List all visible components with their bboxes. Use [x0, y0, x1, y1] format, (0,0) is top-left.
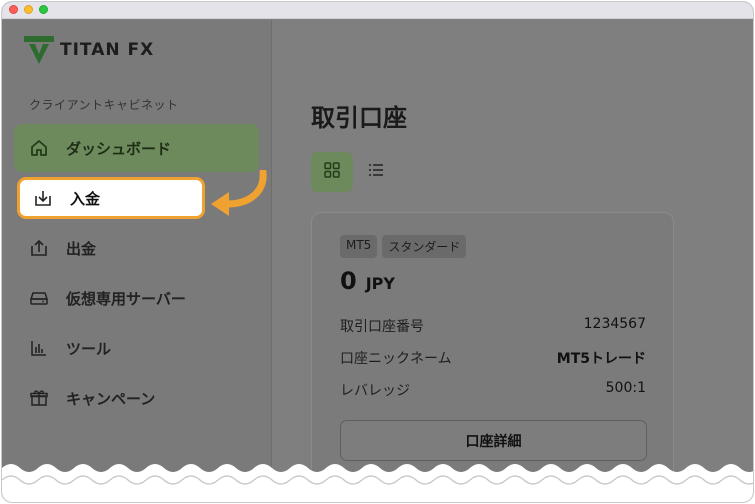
view-toggle: [311, 152, 397, 192]
account-nickname-value: MT5トレード: [556, 351, 646, 367]
sidebar-item-label: 入金: [70, 189, 101, 208]
sidebar-item-label: 出金: [66, 239, 97, 258]
minimize-window-button[interactable]: [24, 5, 33, 14]
account-number-label: 取引口座番号: [340, 319, 424, 335]
list-icon: [368, 162, 384, 182]
leverage-label: レバレッジ: [340, 383, 410, 399]
grid-icon: [324, 162, 340, 182]
gift-icon: [28, 387, 50, 409]
pointer-arrow-annotation: [211, 170, 267, 216]
sidebar-item-dashboard[interactable]: ダッシュボード: [14, 124, 259, 172]
account-type-badge: スタンダード: [382, 235, 467, 258]
balance-value: 0: [340, 267, 357, 295]
titanfx-logo[interactable]: TITAN FX: [24, 36, 154, 64]
app-window: TITAN FX クライアントキャビネット ダッシュボード 入金 出金 仮想専用…: [2, 2, 753, 502]
sidebar-item-deposit[interactable]: 入金: [17, 177, 205, 219]
maximize-window-button[interactable]: [39, 5, 48, 14]
account-badges: MT5 スタンダード: [340, 235, 471, 258]
sidebar-item-campaign[interactable]: キャンペーン: [14, 374, 259, 422]
grid-view-button[interactable]: [311, 152, 353, 192]
titanfx-logo-icon: [24, 36, 54, 64]
home-icon: [28, 137, 50, 159]
sidebar-item-label: ツール: [66, 339, 112, 358]
account-balance: 0 JPY: [340, 267, 395, 295]
sidebar-item-label: ダッシュボード: [66, 139, 172, 158]
server-icon: [28, 287, 50, 309]
account-number-row: 取引口座番号 1234567: [340, 316, 646, 336]
account-nickname-label: 口座ニックネーム: [340, 351, 452, 367]
torn-edge-decoration: [2, 464, 753, 502]
balance-currency: JPY: [365, 274, 395, 293]
page-title: 取引口座: [311, 104, 407, 132]
account-nickname-row: 口座ニックネーム MT5トレード: [340, 348, 646, 368]
sidebar: TITAN FX クライアントキャビネット ダッシュボード 入金 出金 仮想専用…: [2, 20, 272, 502]
logo-text: TITAN FX: [60, 40, 155, 60]
platform-badge: MT5: [340, 235, 378, 258]
sidebar-item-tools[interactable]: ツール: [14, 324, 259, 372]
download-icon: [32, 187, 54, 209]
main-content: 取引口座 MT5 スタンダード 0 JPY 取引口座番号 1234567 口座ニ…: [273, 20, 753, 502]
sidebar-item-vps[interactable]: 仮想専用サーバー: [14, 274, 259, 322]
title-bar: [2, 2, 753, 19]
sidebar-item-label: 仮想専用サーバー: [66, 289, 186, 308]
sidebar-item-withdrawal[interactable]: 出金: [14, 224, 259, 272]
account-number-value: 1234567: [583, 316, 646, 332]
account-details-button[interactable]: 口座詳細: [340, 420, 647, 461]
list-view-button[interactable]: [355, 152, 397, 192]
upload-icon: [28, 237, 50, 259]
section-label: クライアントキャビネット: [29, 98, 179, 112]
leverage-value: 500:1: [605, 380, 646, 396]
close-window-button[interactable]: [9, 5, 18, 14]
sidebar-item-label: キャンペーン: [66, 389, 156, 408]
leverage-row: レバレッジ 500:1: [340, 380, 646, 400]
chart-bars-icon: [28, 337, 50, 359]
